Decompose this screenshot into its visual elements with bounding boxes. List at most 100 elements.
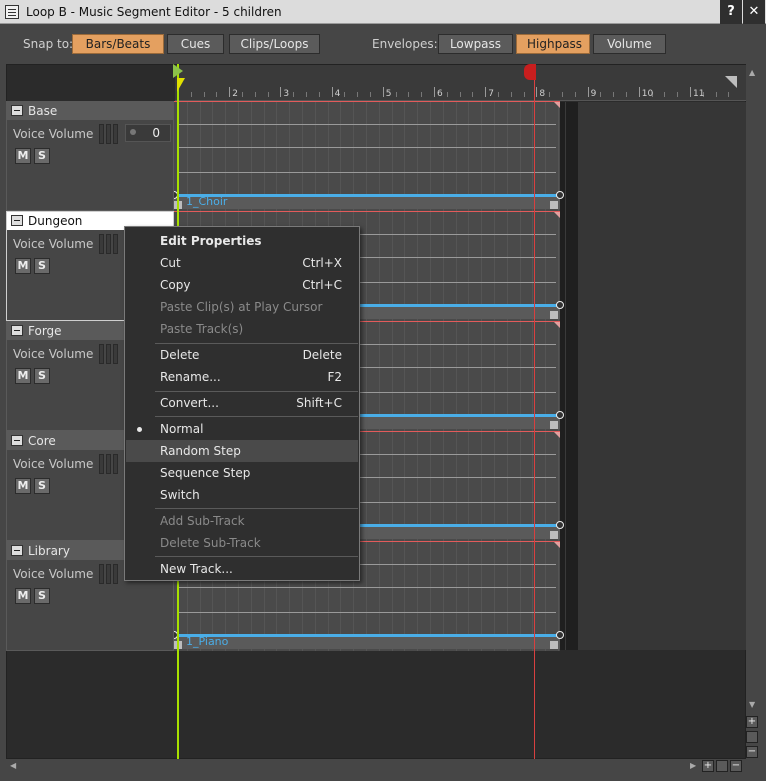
menu-item-convert[interactable]: Convert... Shift+C	[126, 392, 358, 414]
envelope-point[interactable]	[556, 521, 564, 529]
ruler-beat-tick	[421, 92, 423, 97]
zoom-out-button[interactable]: −	[746, 746, 758, 758]
scroll-up-icon[interactable]: ▲	[749, 68, 755, 77]
menu-item-label: Normal	[160, 422, 204, 436]
clip-end-handle[interactable]	[550, 201, 558, 209]
parameter-slots[interactable]	[99, 454, 123, 474]
menu-item-switch[interactable]: Switch	[126, 484, 358, 506]
clip-end-handle[interactable]	[550, 311, 558, 319]
mute-button[interactable]: M	[15, 148, 31, 164]
solo-button[interactable]: S	[34, 478, 50, 494]
menu-item-new-track[interactable]: New Track...	[126, 558, 358, 580]
ruler-bar-tick	[587, 87, 589, 97]
knob-icon	[130, 129, 136, 135]
snap-clips-loops-button[interactable]: Clips/Loops	[229, 34, 320, 54]
menu-item-edit-properties[interactable]: Edit Properties	[126, 230, 358, 252]
track-header-bar[interactable]: Base	[7, 102, 173, 120]
ruler-beat-tick	[728, 92, 730, 97]
h-zoom-in-button[interactable]: +	[702, 760, 714, 772]
menu-item-sequence-step[interactable]: Sequence Step	[126, 462, 358, 484]
menu-item-cut[interactable]: Cut Ctrl+X	[126, 252, 358, 274]
envelope-lowpass-button[interactable]: Lowpass	[438, 34, 513, 54]
clip-end-marker	[554, 542, 560, 548]
envelope-point[interactable]	[556, 411, 564, 419]
parameter-slots[interactable]	[99, 124, 123, 144]
exit-cue-marker[interactable]	[524, 64, 536, 80]
menu-item-label: Cut	[160, 256, 181, 270]
collapse-icon[interactable]	[11, 435, 23, 446]
fit-vertical-icon[interactable]	[746, 731, 758, 743]
clip-end-handle[interactable]	[550, 531, 558, 539]
parameter-slots[interactable]	[99, 234, 123, 254]
clip-envelope-line[interactable]	[174, 634, 560, 637]
ruler-beat-tick	[549, 92, 551, 97]
collapse-icon[interactable]	[11, 325, 23, 336]
snap-cues-button[interactable]: Cues	[167, 34, 224, 54]
fit-horizontal-icon[interactable]	[716, 760, 728, 772]
envelope-volume-button[interactable]: Volume	[593, 34, 666, 54]
collapse-icon[interactable]	[11, 545, 23, 556]
track-header-base[interactable]: Base Voice Volume 0 M S	[6, 101, 174, 211]
ruler-beat-tick	[574, 92, 576, 97]
clip-end-marker	[554, 102, 560, 108]
parameter-slots[interactable]	[99, 344, 123, 364]
scroll-down-icon[interactable]: ▼	[749, 700, 755, 709]
track-lane-base[interactable]: 1_Choir	[170, 101, 564, 211]
menu-item-random-step[interactable]: Random Step	[126, 440, 358, 462]
ruler-beat-tick	[446, 92, 448, 97]
menu-item-paste-clip-s-at-play-cursor[interactable]: Paste Clip(s) at Play Cursor	[126, 296, 358, 318]
ruler-bar-number: 2	[232, 89, 238, 99]
mute-button[interactable]: M	[15, 588, 31, 604]
solo-button[interactable]: S	[34, 368, 50, 384]
voice-volume-input[interactable]: 0	[125, 124, 171, 142]
horizontal-scrollbar[interactable]: ◀ ▶ + −	[6, 760, 746, 774]
ruler-beat-tick	[664, 92, 666, 97]
solo-button[interactable]: S	[34, 588, 50, 604]
solo-button[interactable]: S	[34, 148, 50, 164]
menu-item-label: Paste Clip(s) at Play Cursor	[160, 300, 323, 314]
h-zoom-out-button[interactable]: −	[730, 760, 742, 772]
envelope-point[interactable]	[556, 631, 564, 639]
app-menu-icon[interactable]	[5, 5, 19, 19]
menu-item-label: New Track...	[160, 562, 233, 576]
solo-button[interactable]: S	[34, 258, 50, 274]
envelope-point[interactable]	[556, 301, 564, 309]
clip-bar[interactable]	[174, 197, 560, 209]
zoom-in-button[interactable]: +	[746, 716, 758, 728]
clip-bar[interactable]	[174, 637, 560, 649]
timeline-ruler[interactable]: 2 3 4 5 6 7 8 9 10 11	[175, 65, 746, 101]
ruler-beat-tick	[626, 92, 627, 97]
clip-end-handle[interactable]	[550, 641, 558, 649]
ruler-beat-tick	[715, 92, 717, 97]
menu-item-label: Delete	[160, 348, 200, 362]
ruler-beat-tick	[357, 92, 359, 97]
collapse-icon[interactable]	[11, 215, 23, 226]
menu-item-paste-track-s[interactable]: Paste Track(s)	[126, 318, 358, 340]
clip-end-handle[interactable]	[550, 421, 558, 429]
scroll-right-icon[interactable]: ▶	[690, 761, 696, 770]
vertical-scrollbar[interactable]: ▲ ▼ + −	[746, 64, 760, 759]
menu-item-rename[interactable]: Rename... F2	[126, 366, 358, 388]
menu-item-delete[interactable]: Delete Delete	[126, 344, 358, 366]
clip-name: 1_Piano	[186, 635, 229, 648]
ruler-beat-tick	[190, 92, 192, 97]
scroll-left-icon[interactable]: ◀	[10, 761, 16, 770]
menu-item-copy[interactable]: Copy Ctrl+C	[126, 274, 358, 296]
mute-button[interactable]: M	[15, 368, 31, 384]
help-button[interactable]: ?	[720, 0, 742, 24]
menu-item-normal[interactable]: Normal	[126, 418, 358, 440]
menu-item-add-sub-track[interactable]: Add Sub-Track	[126, 510, 358, 532]
envelope-highpass-button[interactable]: Highpass	[516, 34, 590, 54]
clip-envelope-line[interactable]	[174, 194, 560, 197]
parameter-slots[interactable]	[99, 564, 123, 584]
ruler-beat-tick	[216, 92, 218, 97]
close-button[interactable]: ✕	[743, 0, 765, 24]
menu-item-delete-sub-track[interactable]: Delete Sub-Track	[126, 532, 358, 554]
mute-button[interactable]: M	[15, 258, 31, 274]
menu-item-shortcut: Ctrl+C	[302, 278, 342, 292]
collapse-icon[interactable]	[11, 105, 23, 116]
mute-button[interactable]: M	[15, 478, 31, 494]
grid-line	[565, 102, 567, 650]
envelope-point[interactable]	[556, 191, 564, 199]
snap-bars-beats-button[interactable]: Bars/Beats	[72, 34, 164, 54]
